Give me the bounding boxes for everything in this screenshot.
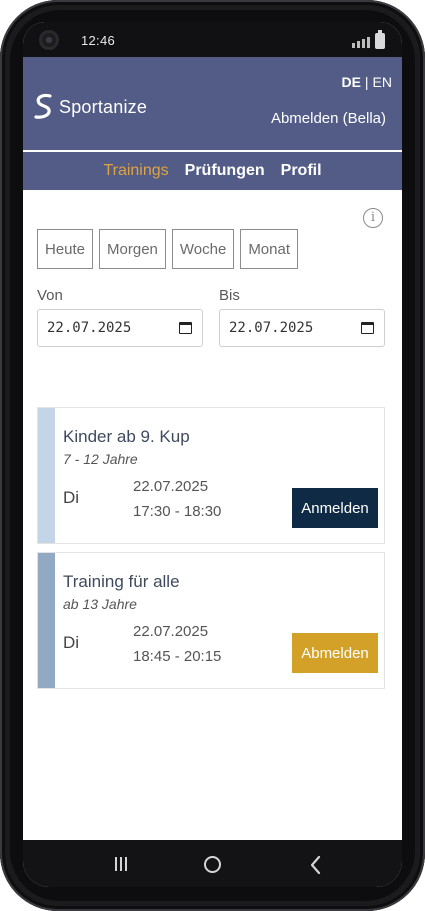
register-button[interactable]: Anmelden: [292, 488, 378, 528]
status-bar: 12:46: [23, 22, 402, 57]
tab-profil[interactable]: Profil: [281, 162, 322, 180]
back-icon[interactable]: [310, 855, 322, 875]
training-age: ab 13 Jahre: [63, 596, 137, 612]
lang-de[interactable]: DE: [341, 74, 360, 90]
battery-icon: [375, 30, 385, 49]
calendar-icon[interactable]: [361, 322, 374, 334]
logout-link[interactable]: Abmelden (Bella): [271, 110, 386, 127]
status-time: 12:46: [81, 33, 116, 48]
camera-icon: [39, 30, 59, 50]
from-date-value: 22.07.2025: [47, 320, 132, 336]
training-date: 22.07.2025: [133, 478, 209, 495]
filter-heute-button[interactable]: Heute: [37, 229, 94, 269]
to-label: Bis: [219, 287, 240, 304]
to-date-value: 22.07.2025: [229, 320, 314, 336]
card-stripe: [38, 553, 55, 688]
lang-en[interactable]: EN: [373, 74, 392, 90]
training-title: Training für alle: [63, 572, 180, 591]
tab-trainings[interactable]: Trainings: [103, 162, 168, 180]
training-title: Kinder ab 9. Kup: [63, 427, 190, 446]
training-age: 7 - 12 Jahre: [63, 451, 138, 467]
system-nav-bar: [23, 840, 402, 887]
main-content: i Heute Morgen Woche Monat Von 22.07.202…: [23, 190, 402, 840]
training-hours: 18:45 - 20:15: [133, 648, 222, 665]
unregister-button[interactable]: Abmelden: [292, 633, 378, 673]
brand-logo-icon: [34, 93, 52, 119]
language-switcher: DE | EN: [341, 74, 392, 90]
recents-icon[interactable]: [115, 857, 127, 871]
info-icon[interactable]: i: [363, 208, 383, 228]
brand-name: Sportanize: [59, 96, 148, 117]
training-day: Di: [63, 488, 80, 507]
tab-pruefungen[interactable]: Prüfungen: [185, 162, 265, 180]
card-stripe: [38, 408, 55, 543]
home-icon[interactable]: [204, 856, 221, 873]
from-label: Von: [37, 287, 63, 304]
calendar-icon[interactable]: [179, 322, 192, 334]
screen: 12:46 Sportanize DE | EN Abmelden (Bella) …: [23, 22, 402, 887]
from-date-input[interactable]: 22.07.2025: [37, 309, 203, 347]
quick-filter-group: Heute Morgen Woche Monat: [37, 229, 299, 269]
signal-icon: [352, 36, 370, 48]
training-day: Di: [63, 633, 80, 652]
training-card: Training für alle ab 13 Jahre Di 22.07.2…: [37, 552, 385, 689]
training-card: Kinder ab 9. Kup 7 - 12 Jahre Di 22.07.2…: [37, 407, 385, 544]
lang-separator: |: [364, 74, 369, 90]
app-header: Sportanize DE | EN Abmelden (Bella): [23, 57, 402, 151]
brand[interactable]: Sportanize: [33, 93, 147, 121]
filter-morgen-button[interactable]: Morgen: [99, 229, 166, 269]
training-hours: 17:30 - 18:30: [133, 503, 222, 520]
filter-woche-button[interactable]: Woche: [171, 229, 235, 269]
filter-monat-button[interactable]: Monat: [240, 229, 299, 269]
to-date-input[interactable]: 22.07.2025: [219, 309, 385, 347]
training-date: 22.07.2025: [133, 623, 209, 640]
main-nav: Trainings Prüfungen Profil: [23, 152, 402, 190]
